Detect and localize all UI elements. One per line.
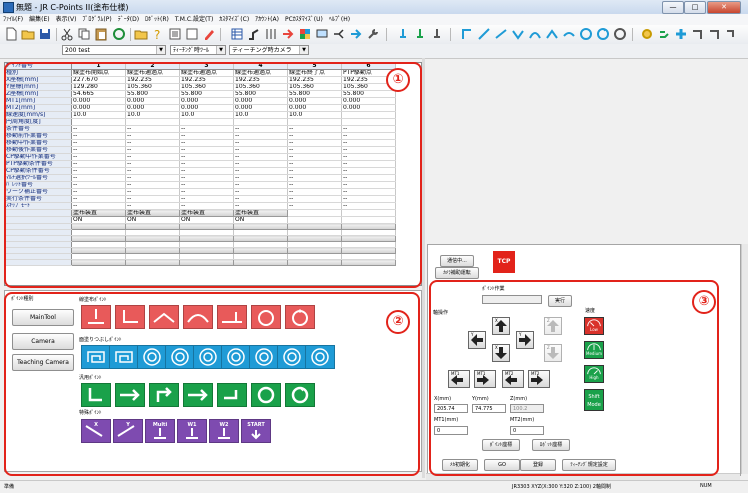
status-center: JR3303 XYZ(X:300 Y:320 Z:100) 2軸間制	[512, 484, 611, 490]
path-v-icon[interactable]	[511, 27, 525, 41]
tcp-icon[interactable]: TCP	[493, 251, 515, 273]
vertical-scrollbar[interactable]	[741, 244, 748, 474]
callout-grid	[4, 62, 422, 288]
arrows-icon[interactable]	[657, 27, 671, 41]
dispenser2-icon[interactable]	[413, 27, 427, 41]
path-corner-icon[interactable]	[460, 27, 474, 41]
menu-data[interactable]: ﾃﾞｰﾀ(D)	[115, 14, 142, 25]
callout-number-1: ①	[386, 68, 410, 92]
doc-icon[interactable]	[185, 27, 199, 41]
title-bar: 無題 - JR C-Points II(塗布仕様) — □ ✕	[0, 0, 748, 15]
copy-icon[interactable]	[77, 27, 91, 41]
app-icon	[3, 2, 14, 13]
menu-view[interactable]: 表示(V)	[53, 14, 80, 25]
arrow-right-icon[interactable]	[281, 27, 295, 41]
branch-icon[interactable]	[332, 27, 346, 41]
path-diag-icon[interactable]	[477, 27, 491, 41]
edit-icon[interactable]	[202, 27, 216, 41]
circle2-icon[interactable]	[613, 27, 627, 41]
chevron-down-icon: ▼	[156, 46, 165, 54]
circle-icon[interactable]	[579, 27, 593, 41]
callout-point-types	[4, 292, 420, 476]
menu-robot[interactable]: ﾛﾎﾞｯﾄ(R)	[142, 14, 172, 25]
menu-file[interactable]: ﾌｧｲﾙ(F)	[0, 14, 26, 25]
color-palette-icon[interactable]	[298, 27, 312, 41]
maximize-button[interactable]: □	[684, 1, 706, 14]
teaching-camera-select[interactable]: ティーチング時カメラ ▼	[229, 45, 309, 55]
path-line-icon[interactable]	[494, 27, 508, 41]
close-button[interactable]: ✕	[707, 1, 741, 14]
status-bar: 準備 JR3303 XYZ(X:300 Y:320 Z:100) 2軸間制 NU…	[0, 480, 748, 493]
status-right: NUM	[700, 483, 712, 489]
chevron-down-icon: ▼	[216, 46, 225, 54]
view-area	[427, 62, 747, 240]
open-folder-icon[interactable]	[21, 27, 35, 41]
chevron-down-icon: ▼	[299, 46, 308, 54]
menu-account[interactable]: ｱｶｳﾝﾄ(A)	[252, 14, 282, 25]
robot-arm-icon[interactable]	[247, 27, 261, 41]
menu-edit[interactable]: 編集(E)	[26, 14, 52, 25]
paste-icon[interactable]	[94, 27, 108, 41]
teaching-tool-select[interactable]: ﾃｨｰﾁﾝｸﾞ時ﾂｰﾙ ▼	[170, 45, 226, 55]
tool-icon[interactable]	[264, 27, 278, 41]
path-arc-icon[interactable]	[528, 27, 542, 41]
wrench-icon[interactable]	[366, 27, 380, 41]
svg-text:?: ?	[154, 28, 160, 41]
corner-arrow-icon[interactable]	[691, 27, 705, 41]
window-title: 無題 - JR C-Points II(塗布仕様)	[16, 3, 129, 12]
communicating-button[interactable]: 通信中...	[440, 255, 474, 267]
monitor-icon[interactable]	[315, 27, 329, 41]
camera-assist-button[interactable]: ｶﾒﾗ補助運転	[435, 267, 479, 279]
callout-operation	[429, 280, 719, 476]
dispenser3-icon[interactable]	[430, 27, 444, 41]
dispenser-icon[interactable]	[396, 27, 410, 41]
save-icon[interactable]	[38, 27, 52, 41]
menu-program[interactable]: ﾌﾟﾛｸﾞﾗﾑ(P)	[79, 14, 114, 25]
run-icon[interactable]	[349, 27, 363, 41]
corner-arrow2-icon[interactable]	[708, 27, 722, 41]
selection-toolbar: 200 test ▼ ﾃｨｰﾁﾝｸﾞ時ﾂｰﾙ ▼ ティーチング時カメラ ▼	[0, 44, 748, 59]
refresh-icon[interactable]	[112, 27, 126, 41]
list-icon[interactable]	[168, 27, 182, 41]
menu-tmc[interactable]: T.M.C.設定(T)	[172, 14, 216, 25]
menu-help[interactable]: ﾍﾙﾌﾟ(H)	[326, 14, 353, 25]
table-icon[interactable]	[230, 27, 244, 41]
cut-icon[interactable]	[60, 27, 74, 41]
path-arc2-icon[interactable]	[562, 27, 576, 41]
program-select[interactable]: 200 test ▼	[62, 45, 166, 55]
help-icon[interactable]: ?	[151, 27, 165, 41]
plus-icon[interactable]	[674, 27, 688, 41]
path-peak-icon[interactable]	[545, 27, 559, 41]
status-left: 準備	[4, 484, 15, 490]
new-file-icon[interactable]	[4, 27, 18, 41]
callout-number-3: ③	[692, 290, 716, 314]
callout-number-2: ②	[386, 310, 410, 334]
folder-icon[interactable]	[134, 27, 148, 41]
menu-pc-customize[interactable]: PCｶｽﾀﾏｲｽﾞ(U)	[282, 14, 326, 25]
menu-customize[interactable]: ｶｽﾀﾏｲｽﾞ(C)	[216, 14, 252, 25]
minimize-button[interactable]: —	[662, 1, 684, 14]
gear-icon[interactable]	[640, 27, 654, 41]
circle-arrow-icon[interactable]	[596, 27, 610, 41]
main-toolbar: ?	[0, 25, 748, 45]
splitter[interactable]	[422, 58, 425, 478]
tool-end-icon[interactable]	[725, 27, 739, 41]
